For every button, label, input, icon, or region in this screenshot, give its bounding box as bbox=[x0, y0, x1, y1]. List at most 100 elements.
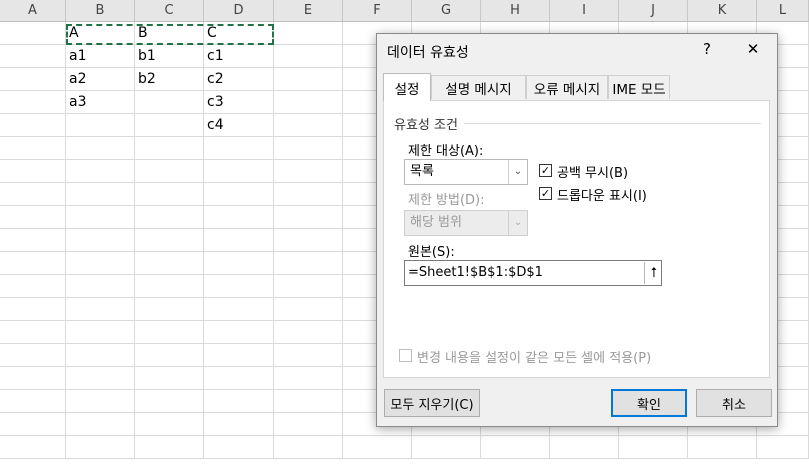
cell-l19[interactable] bbox=[757, 436, 809, 459]
cell-e11[interactable] bbox=[274, 252, 343, 275]
cell-a18[interactable] bbox=[0, 413, 66, 436]
cell-d10[interactable] bbox=[204, 229, 274, 252]
cell-e14[interactable] bbox=[274, 321, 343, 344]
column-header-l[interactable]: L bbox=[757, 0, 809, 22]
cell-a6[interactable] bbox=[0, 137, 66, 160]
ok-button[interactable]: 확인 bbox=[611, 389, 687, 417]
cell-b18[interactable] bbox=[66, 413, 135, 436]
cell-d2[interactable]: c1 bbox=[204, 45, 274, 68]
column-header-e[interactable]: E bbox=[274, 0, 343, 22]
clear-all-button[interactable]: 모두 지우기(C) bbox=[384, 389, 480, 417]
cell-d12[interactable] bbox=[204, 275, 274, 298]
cell-a1[interactable] bbox=[0, 22, 66, 45]
cell-c17[interactable] bbox=[135, 390, 204, 413]
cell-b9[interactable] bbox=[66, 206, 135, 229]
tab-settings[interactable]: 설정 bbox=[383, 73, 431, 101]
cell-c13[interactable] bbox=[135, 298, 204, 321]
cell-d9[interactable] bbox=[204, 206, 274, 229]
cell-c18[interactable] bbox=[135, 413, 204, 436]
column-header-i[interactable]: I bbox=[550, 0, 619, 22]
cell-b12[interactable] bbox=[66, 275, 135, 298]
cell-b1[interactable]: A bbox=[66, 22, 135, 45]
cell-c19[interactable] bbox=[135, 436, 204, 459]
cell-d1[interactable]: C bbox=[204, 22, 274, 45]
cell-a13[interactable] bbox=[0, 298, 66, 321]
column-header-d[interactable]: D bbox=[204, 0, 274, 22]
allow-select[interactable]: 목록 ⌄ bbox=[404, 159, 528, 185]
cell-a15[interactable] bbox=[0, 344, 66, 367]
cancel-button[interactable]: 취소 bbox=[696, 389, 772, 417]
cell-e17[interactable] bbox=[274, 390, 343, 413]
cell-e18[interactable] bbox=[274, 413, 343, 436]
tab-input-message[interactable]: 설명 메시지 bbox=[431, 75, 526, 99]
cell-b4[interactable]: a3 bbox=[66, 91, 135, 114]
cell-b15[interactable] bbox=[66, 344, 135, 367]
cell-c14[interactable] bbox=[135, 321, 204, 344]
cell-d13[interactable] bbox=[204, 298, 274, 321]
cell-c11[interactable] bbox=[135, 252, 204, 275]
cell-c15[interactable] bbox=[135, 344, 204, 367]
column-header-g[interactable]: G bbox=[412, 0, 481, 22]
cell-a5[interactable] bbox=[0, 114, 66, 137]
column-header-j[interactable]: J bbox=[619, 0, 688, 22]
collapse-dialog-button[interactable]: ⭡ bbox=[644, 262, 663, 284]
cell-a14[interactable] bbox=[0, 321, 66, 344]
cell-b14[interactable] bbox=[66, 321, 135, 344]
cell-e5[interactable] bbox=[274, 114, 343, 137]
tab-ime-mode[interactable]: IME 모드 bbox=[608, 75, 670, 99]
cell-b11[interactable] bbox=[66, 252, 135, 275]
cell-e16[interactable] bbox=[274, 367, 343, 390]
cell-g19[interactable] bbox=[412, 436, 481, 459]
column-header-k[interactable]: K bbox=[688, 0, 757, 22]
cell-i19[interactable] bbox=[550, 436, 619, 459]
cell-c8[interactable] bbox=[135, 183, 204, 206]
cell-j19[interactable] bbox=[619, 436, 688, 459]
cell-e1[interactable] bbox=[274, 22, 343, 45]
column-header-a[interactable]: A bbox=[0, 0, 66, 22]
cell-d5[interactable]: c4 bbox=[204, 114, 274, 137]
cell-e13[interactable] bbox=[274, 298, 343, 321]
cell-c1[interactable]: B bbox=[135, 22, 204, 45]
cell-c6[interactable] bbox=[135, 137, 204, 160]
ignore-blank-checkbox[interactable]: ✓ bbox=[539, 164, 552, 177]
cell-a12[interactable] bbox=[0, 275, 66, 298]
cell-c2[interactable]: b1 bbox=[135, 45, 204, 68]
cell-b16[interactable] bbox=[66, 367, 135, 390]
cell-b19[interactable] bbox=[66, 436, 135, 459]
help-button[interactable]: ? bbox=[691, 36, 723, 62]
cell-k19[interactable] bbox=[688, 436, 757, 459]
cell-e19[interactable] bbox=[274, 436, 343, 459]
cell-c3[interactable]: b2 bbox=[135, 68, 204, 91]
cell-e15[interactable] bbox=[274, 344, 343, 367]
cell-b5[interactable] bbox=[66, 114, 135, 137]
cell-d18[interactable] bbox=[204, 413, 274, 436]
cell-d16[interactable] bbox=[204, 367, 274, 390]
cell-d11[interactable] bbox=[204, 252, 274, 275]
cell-b6[interactable] bbox=[66, 137, 135, 160]
cell-c9[interactable] bbox=[135, 206, 204, 229]
cell-c7[interactable] bbox=[135, 160, 204, 183]
cell-c4[interactable] bbox=[135, 91, 204, 114]
apply-to-all-checkbox[interactable] bbox=[399, 349, 412, 362]
cell-a4[interactable] bbox=[0, 91, 66, 114]
column-header-h[interactable]: H bbox=[481, 0, 550, 22]
cell-e2[interactable] bbox=[274, 45, 343, 68]
cell-c16[interactable] bbox=[135, 367, 204, 390]
cell-b7[interactable] bbox=[66, 160, 135, 183]
cell-a10[interactable] bbox=[0, 229, 66, 252]
column-header-c[interactable]: C bbox=[135, 0, 204, 22]
cell-c12[interactable] bbox=[135, 275, 204, 298]
cell-e6[interactable] bbox=[274, 137, 343, 160]
cell-a11[interactable] bbox=[0, 252, 66, 275]
cell-b8[interactable] bbox=[66, 183, 135, 206]
cell-d15[interactable] bbox=[204, 344, 274, 367]
cell-a7[interactable] bbox=[0, 160, 66, 183]
cell-e9[interactable] bbox=[274, 206, 343, 229]
data-select[interactable]: 해당 범위 ⌄ bbox=[404, 210, 528, 236]
cell-e12[interactable] bbox=[274, 275, 343, 298]
source-input[interactable]: =Sheet1!$B$1:$D$1 bbox=[404, 260, 662, 286]
cell-a17[interactable] bbox=[0, 390, 66, 413]
column-header-f[interactable]: F bbox=[343, 0, 412, 22]
cell-d7[interactable] bbox=[204, 160, 274, 183]
cell-a16[interactable] bbox=[0, 367, 66, 390]
